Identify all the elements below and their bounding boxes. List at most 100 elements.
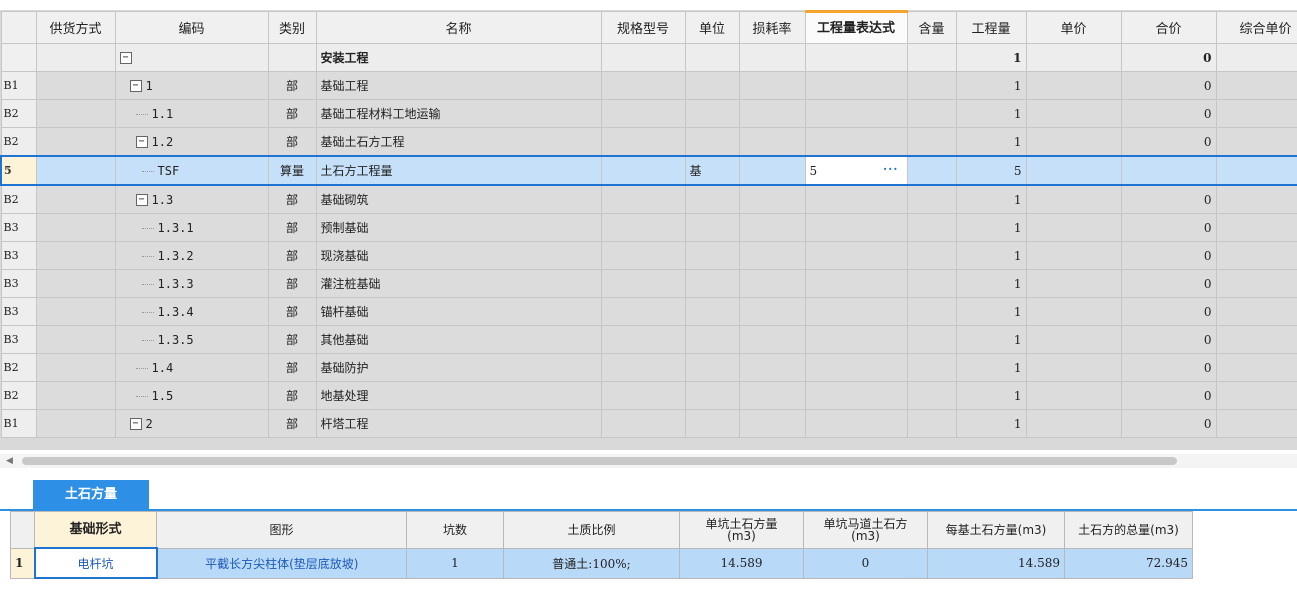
composite-price-cell[interactable] [1215, 127, 1297, 157]
supply-cell[interactable] [35, 269, 116, 298]
per-base-earthwork-cell[interactable]: 14.589 [927, 547, 1065, 579]
composite-price-cell[interactable] [1215, 381, 1297, 410]
category-cell[interactable]: 部 [267, 184, 317, 214]
name-cell[interactable]: 安装工程 [315, 43, 602, 72]
category-cell[interactable]: 部 [267, 297, 317, 326]
composite-price-cell[interactable] [1215, 71, 1297, 100]
row-number[interactable]: B3 [0, 325, 37, 354]
category-cell[interactable]: 部 [267, 353, 317, 382]
loss-rate-cell[interactable] [738, 99, 806, 128]
unit-cell[interactable] [684, 325, 740, 354]
name-cell[interactable]: 锚杆基础 [315, 297, 602, 326]
spec-cell[interactable] [600, 43, 686, 72]
foundation-form-cell[interactable]: 电杆坑 [33, 547, 158, 579]
table-row[interactable]: B2 −1.2 部 基础土石方工程 1 0 [0, 127, 1297, 157]
content-cell[interactable] [906, 409, 957, 438]
expression-cell[interactable] [804, 184, 908, 214]
name-cell[interactable]: 基础砌筑 [315, 184, 602, 214]
code-cell[interactable]: −1.2 [114, 127, 269, 157]
unit-price-cell[interactable] [1025, 71, 1122, 100]
more-icon[interactable]: ··· [883, 162, 899, 176]
category-cell[interactable]: 部 [267, 325, 317, 354]
spec-cell[interactable] [600, 409, 686, 438]
loss-rate-cell[interactable] [738, 269, 806, 298]
table-row[interactable]: B3 1.3.5 部 其他基础 1 0 [0, 325, 1297, 354]
total-price-cell[interactable]: 0 [1120, 99, 1217, 128]
total-price-cell[interactable]: 0 [1120, 71, 1217, 100]
expression-cell[interactable] [804, 353, 908, 382]
category-cell[interactable]: 部 [267, 71, 317, 100]
soil-ratio-cell[interactable]: 普通土:100%; [503, 547, 680, 579]
code-cell[interactable]: 1.3.3 [114, 269, 269, 298]
composite-price-cell[interactable] [1215, 99, 1297, 128]
content-cell[interactable] [906, 71, 957, 100]
composite-price-cell[interactable] [1215, 184, 1297, 214]
scroll-left-icon[interactable]: ◀ [6, 454, 13, 468]
row-number[interactable]: B2 [0, 184, 37, 214]
unit-cell[interactable] [684, 43, 740, 72]
header-spec[interactable]: 规格型号 [600, 11, 686, 44]
code-cell[interactable]: 1.3.4 [114, 297, 269, 326]
single-pit-earthwork-cell[interactable]: 14.589 [679, 547, 804, 579]
code-cell[interactable]: 1.3.1 [114, 213, 269, 242]
name-cell[interactable]: 杆塔工程 [315, 409, 602, 438]
unit-price-cell[interactable] [1025, 43, 1122, 72]
category-cell[interactable]: 算量 [267, 155, 317, 186]
code-cell[interactable]: TSF [114, 155, 269, 186]
row-number[interactable]: 1 [10, 547, 35, 579]
supply-cell[interactable] [35, 43, 116, 72]
header-unit[interactable]: 单位 [684, 11, 740, 44]
pit-count-cell[interactable]: 1 [406, 547, 504, 579]
spec-cell[interactable] [600, 71, 686, 100]
collapse-toggle-icon[interactable]: − [129, 418, 142, 430]
spec-cell[interactable] [600, 155, 686, 186]
quantity-cell[interactable]: 1 [955, 127, 1027, 157]
total-earthwork-cell[interactable]: 72.945 [1064, 547, 1193, 579]
scrollbar-thumb[interactable] [22, 457, 1177, 465]
row-number[interactable]: 5 [0, 155, 37, 186]
header-shape[interactable]: 图形 [156, 511, 407, 549]
unit-price-cell[interactable] [1025, 353, 1122, 382]
composite-price-cell[interactable] [1215, 213, 1297, 242]
code-cell[interactable]: −1 [114, 71, 269, 100]
name-cell[interactable]: 基础防护 [315, 353, 602, 382]
composite-price-cell[interactable] [1215, 353, 1297, 382]
total-price-cell[interactable]: 0 [1120, 381, 1217, 410]
unit-cell[interactable] [684, 99, 740, 128]
name-cell[interactable]: 土石方工程量 [315, 155, 602, 186]
category-cell[interactable]: 部 [267, 381, 317, 410]
content-cell[interactable] [906, 297, 957, 326]
quantity-cell[interactable]: 1 [955, 381, 1027, 410]
loss-rate-cell[interactable] [738, 213, 806, 242]
name-cell[interactable]: 现浇基础 [315, 241, 602, 270]
name-cell[interactable]: 基础土石方工程 [315, 127, 602, 157]
horizontal-scrollbar[interactable]: ◀ [0, 454, 1297, 468]
unit-price-cell[interactable] [1025, 184, 1122, 214]
unit-price-cell[interactable] [1025, 241, 1122, 270]
header-loss-rate[interactable]: 损耗率 [738, 11, 806, 44]
name-cell[interactable]: 其他基础 [315, 325, 602, 354]
row-number[interactable]: B2 [0, 353, 37, 382]
table-row[interactable]: B3 1.3.2 部 现浇基础 1 0 [0, 241, 1297, 270]
header-supply[interactable]: 供货方式 [35, 11, 116, 44]
quantity-cell[interactable]: 1 [955, 99, 1027, 128]
category-cell[interactable]: 部 [267, 409, 317, 438]
table-row[interactable]: B2 1.4 部 基础防护 1 0 [0, 353, 1297, 382]
collapse-toggle-icon[interactable]: − [119, 52, 132, 64]
supply-cell[interactable] [35, 213, 116, 242]
tab-earthwork[interactable]: 土石方量 [33, 480, 149, 509]
header-composite-price[interactable]: 综合单价 [1215, 11, 1297, 44]
header-unit-price[interactable]: 单价 [1025, 11, 1122, 44]
total-price-cell[interactable]: 0 [1120, 43, 1217, 72]
supply-cell[interactable] [35, 381, 116, 410]
content-cell[interactable] [906, 155, 957, 186]
code-cell[interactable]: 1.4 [114, 353, 269, 382]
spec-cell[interactable] [600, 381, 686, 410]
unit-price-cell[interactable] [1025, 297, 1122, 326]
row-number[interactable]: B2 [0, 127, 37, 157]
supply-cell[interactable] [35, 353, 116, 382]
earthwork-row[interactable]: 1 电杆坑 平截长方尖柱体(垫层底放坡) 1 普通土:100%; 14.589 … [10, 547, 1193, 579]
spec-cell[interactable] [600, 99, 686, 128]
spec-cell[interactable] [600, 184, 686, 214]
category-cell[interactable]: 部 [267, 241, 317, 270]
